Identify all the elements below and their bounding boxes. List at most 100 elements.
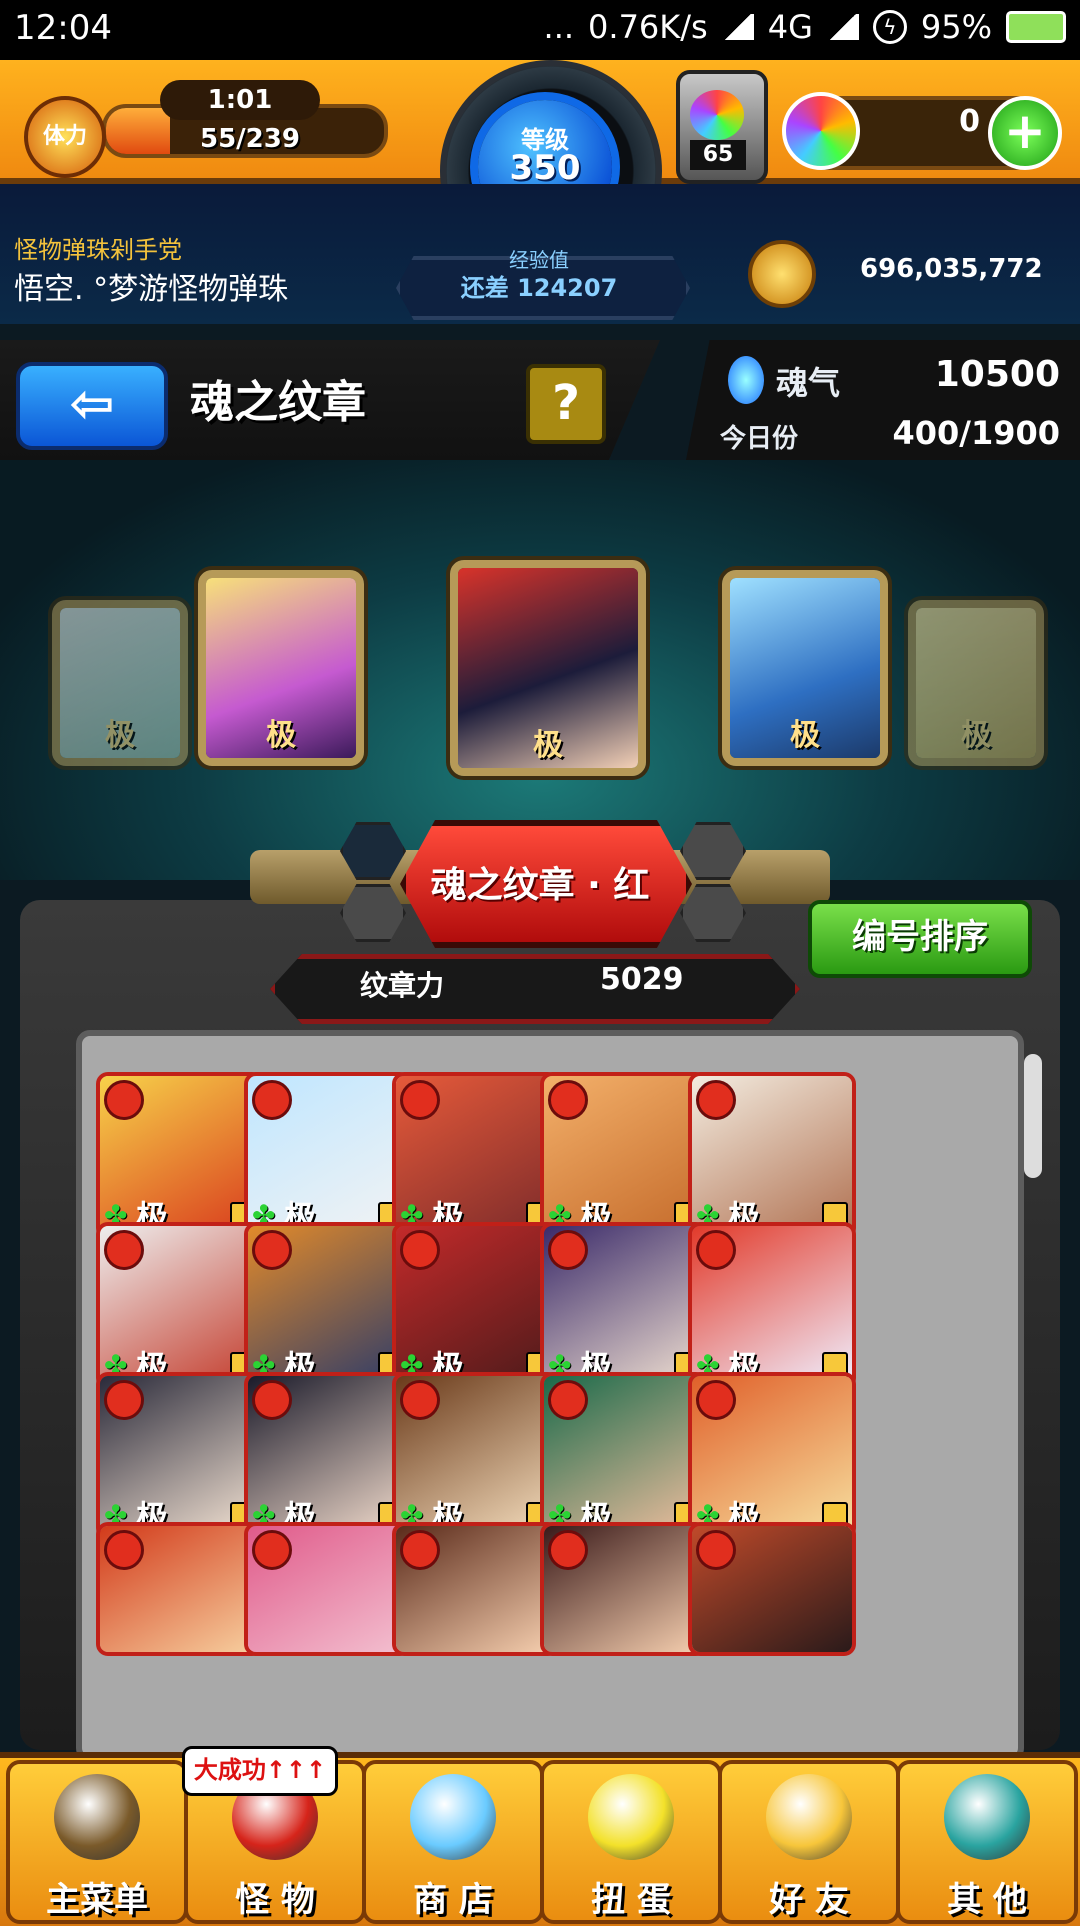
signal-icon: [721, 14, 754, 40]
fire-attribute-icon: [400, 1530, 440, 1570]
medal-power-bar: [270, 954, 800, 1024]
orb-icon: [782, 92, 860, 170]
monster-card[interactable]: ✤ 极: [392, 1372, 560, 1540]
monster-card[interactable]: ✤ 极: [688, 1072, 856, 1240]
network-type: 4G: [767, 8, 813, 46]
stamina-value: 55/239: [200, 124, 300, 154]
monster-card[interactable]: ✤ 极: [540, 1222, 708, 1390]
monster-card[interactable]: ✤ 极: [540, 1372, 708, 1540]
monster-card[interactable]: ✤ 极: [244, 1372, 412, 1540]
fire-attribute-icon: [696, 1230, 736, 1270]
stamina-icon: 体力: [24, 96, 106, 178]
friends-icon: [766, 1774, 852, 1860]
status-dots: ...: [543, 8, 575, 46]
fire-attribute-icon: [104, 1080, 144, 1120]
monster-card[interactable]: ✤ 极: [688, 1372, 856, 1540]
monster-card[interactable]: ✤ 极: [688, 1222, 856, 1390]
nav-item-2[interactable]: 商 店: [362, 1760, 544, 1924]
charging-icon: ϟ: [872, 10, 907, 44]
fire-attribute-icon: [548, 1080, 588, 1120]
soul-flame-icon: [728, 356, 764, 404]
fire-attribute-icon: [548, 1530, 588, 1570]
back-button[interactable]: ⇦: [16, 362, 168, 450]
fire-attribute-icon: [252, 1080, 292, 1120]
nav-label: 怪 物: [235, 1880, 315, 1920]
fire-attribute-icon: [104, 1380, 144, 1420]
page-title: 魂之纹章: [190, 377, 366, 428]
gate-icon: [54, 1774, 140, 1860]
network-speed: 0.76K/s: [588, 8, 708, 46]
monster-card[interactable]: ✤ 极: [96, 1222, 264, 1390]
monster-card[interactable]: [540, 1522, 708, 1656]
monster-card[interactable]: [688, 1522, 856, 1656]
fire-attribute-icon: [400, 1380, 440, 1420]
orb-tank-ball-icon: [690, 90, 744, 140]
monster-card[interactable]: ✤ 极: [540, 1072, 708, 1240]
fire-attribute-icon: [104, 1530, 144, 1570]
monster-card[interactable]: ✤ 极: [392, 1072, 560, 1240]
featured-monster-4[interactable]: 极: [722, 570, 888, 766]
today-label: 今日份: [720, 424, 799, 454]
nav-label: 主菜单: [46, 1880, 148, 1920]
nav-item-0[interactable]: 主菜单: [6, 1760, 188, 1924]
other-icon: [944, 1774, 1030, 1860]
featured-grade-5: 极: [961, 718, 991, 753]
coin-value: 696,035,772: [860, 254, 1043, 284]
orb-value: 0: [959, 104, 980, 139]
today-value: 400/1900: [892, 414, 1060, 452]
fire-attribute-icon: [696, 1530, 736, 1570]
nav-label: 扭 蛋: [591, 1880, 671, 1920]
featured-monster-2[interactable]: 极: [198, 570, 364, 766]
stamina-timer: 1:01: [160, 80, 320, 120]
monster-card[interactable]: ✤ 极: [392, 1222, 560, 1390]
coin-icon: [748, 240, 816, 308]
orb-tank-count: 65: [690, 140, 746, 170]
fire-attribute-icon: [696, 1080, 736, 1120]
nav-label: 商 店: [413, 1880, 493, 1920]
orb-icon: [410, 1774, 496, 1860]
monster-card[interactable]: ✤ 极: [244, 1072, 412, 1240]
monster-card[interactable]: [244, 1522, 412, 1656]
egg-icon: [588, 1774, 674, 1860]
monster-card[interactable]: [96, 1522, 264, 1656]
featured-grade-1: 极: [105, 718, 135, 753]
monster-card[interactable]: ✤ 极: [96, 1372, 264, 1540]
featured-monster-3[interactable]: 极: [450, 560, 646, 776]
grid-scrollbar[interactable]: [1024, 1054, 1042, 1178]
fire-attribute-icon: [548, 1380, 588, 1420]
fire-attribute-icon: [400, 1080, 440, 1120]
sort-button[interactable]: 编号排序: [808, 900, 1032, 978]
medal-name: 魂之纹章 · 红: [430, 865, 650, 906]
medal-power-label: 纹章力: [360, 969, 445, 1002]
status-time: 12:04: [14, 8, 112, 48]
nav-item-4[interactable]: 好 友: [718, 1760, 900, 1924]
fire-attribute-icon: [252, 1380, 292, 1420]
add-orbs-button[interactable]: +: [988, 96, 1062, 170]
battery-icon: [1006, 11, 1066, 43]
monster-card[interactable]: ✤ 极: [244, 1222, 412, 1390]
exp-remaining: 还差 124207: [460, 274, 618, 302]
player-title: 怪物弹珠剁手党: [14, 236, 182, 264]
nav-item-3[interactable]: 扭 蛋: [540, 1760, 722, 1924]
monster-card[interactable]: [392, 1522, 560, 1656]
signal-icon-2: [826, 14, 859, 40]
fire-attribute-icon: [548, 1230, 588, 1270]
nav-item-5[interactable]: 其 他: [896, 1760, 1078, 1924]
fire-attribute-icon: [104, 1230, 144, 1270]
help-button[interactable]: ?: [526, 364, 606, 444]
status-bar: 12:04 ... 0.76K/s 4G ϟ 95%: [0, 0, 1080, 60]
featured-grade-4: 极: [790, 718, 820, 753]
fire-attribute-icon: [252, 1530, 292, 1570]
monster-card[interactable]: ✤ 极: [96, 1072, 264, 1240]
featured-monster-5[interactable]: 极: [908, 600, 1044, 766]
nav-label: 其 他: [947, 1880, 1027, 1920]
featured-grade-3: 极: [533, 728, 563, 763]
level-value: 350: [509, 148, 581, 188]
featured-monster-1[interactable]: 极: [52, 600, 188, 766]
medal-power-value: 5029: [600, 962, 684, 997]
nav-label: 好 友: [769, 1880, 849, 1920]
stamina-fill: [106, 108, 170, 154]
promo-badge: 大成功↑↑↑: [182, 1746, 338, 1796]
battery-percent: 95%: [920, 8, 992, 46]
fire-attribute-icon: [252, 1230, 292, 1270]
